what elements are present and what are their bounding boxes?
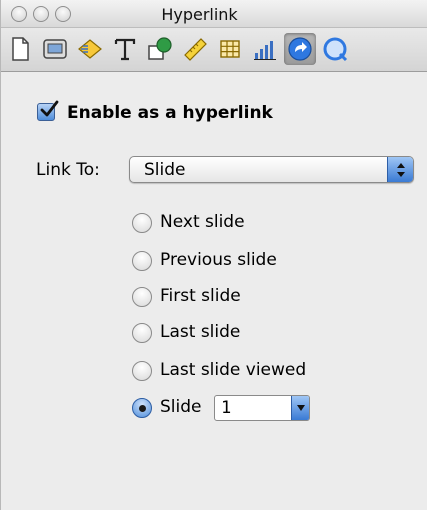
table-inspector-button[interactable] xyxy=(214,33,246,65)
radio-button[interactable] xyxy=(132,287,152,307)
window-title: Hyperlink xyxy=(161,5,238,24)
hyperlink-panel: Enable as a hyperlink Link To: Slide Nex… xyxy=(1,73,427,510)
checkmark-icon xyxy=(40,100,59,117)
link-to-value: Slide xyxy=(144,160,186,180)
enable-hyperlink-label[interactable]: Enable as a hyperlink xyxy=(67,103,273,123)
chevron-down-icon xyxy=(291,396,309,420)
graphic-inspector-button[interactable] xyxy=(144,33,176,65)
slide-number-value: 1 xyxy=(221,398,232,418)
slide-icon xyxy=(43,39,67,59)
chart-inspector-button[interactable] xyxy=(249,33,281,65)
radio-label: Slide xyxy=(160,397,202,417)
document-inspector-button[interactable] xyxy=(4,33,36,65)
link-to-label: Link To: xyxy=(36,160,100,180)
radio-label: Last slide xyxy=(160,322,241,342)
table-icon xyxy=(220,40,240,58)
updown-arrows-icon xyxy=(387,157,413,182)
slide-inspector-button[interactable] xyxy=(39,33,71,65)
radio-label: Previous slide xyxy=(160,250,277,270)
radio-button[interactable] xyxy=(132,361,152,381)
radio-button[interactable] xyxy=(132,323,152,343)
link-to-select[interactable]: Slide xyxy=(129,156,414,183)
metrics-inspector-button[interactable] xyxy=(179,33,211,65)
document-icon xyxy=(12,37,29,61)
bar-chart-icon xyxy=(254,41,276,60)
radio-button[interactable] xyxy=(132,213,152,233)
hyperlink-inspector-button[interactable] xyxy=(284,33,316,65)
ruler-icon xyxy=(184,38,207,61)
radio-button-selected[interactable] xyxy=(132,398,152,418)
quicktime-icon xyxy=(323,37,348,62)
radio-label: First slide xyxy=(160,286,241,306)
graphic-icon xyxy=(148,37,172,60)
radio-label: Next slide xyxy=(160,212,245,232)
inspector-toolbar xyxy=(1,28,427,72)
quicktime-inspector-button[interactable] xyxy=(319,33,351,65)
radio-label: Last slide viewed xyxy=(160,360,307,380)
slide-number-select[interactable]: 1 xyxy=(214,395,310,421)
text-T-icon xyxy=(114,38,136,61)
build-icon xyxy=(78,39,102,59)
enable-hyperlink-checkbox[interactable] xyxy=(37,100,59,121)
text-inspector-button[interactable] xyxy=(109,33,141,65)
title-bar[interactable]: Hyperlink xyxy=(1,0,427,28)
hyperlink-inspector-window: Hyperlink Enable as a hyperlink Link To:… xyxy=(0,0,427,510)
hyperlink-arrow-icon xyxy=(288,37,312,61)
build-inspector-button[interactable] xyxy=(74,33,106,65)
radio-button[interactable] xyxy=(132,251,152,271)
